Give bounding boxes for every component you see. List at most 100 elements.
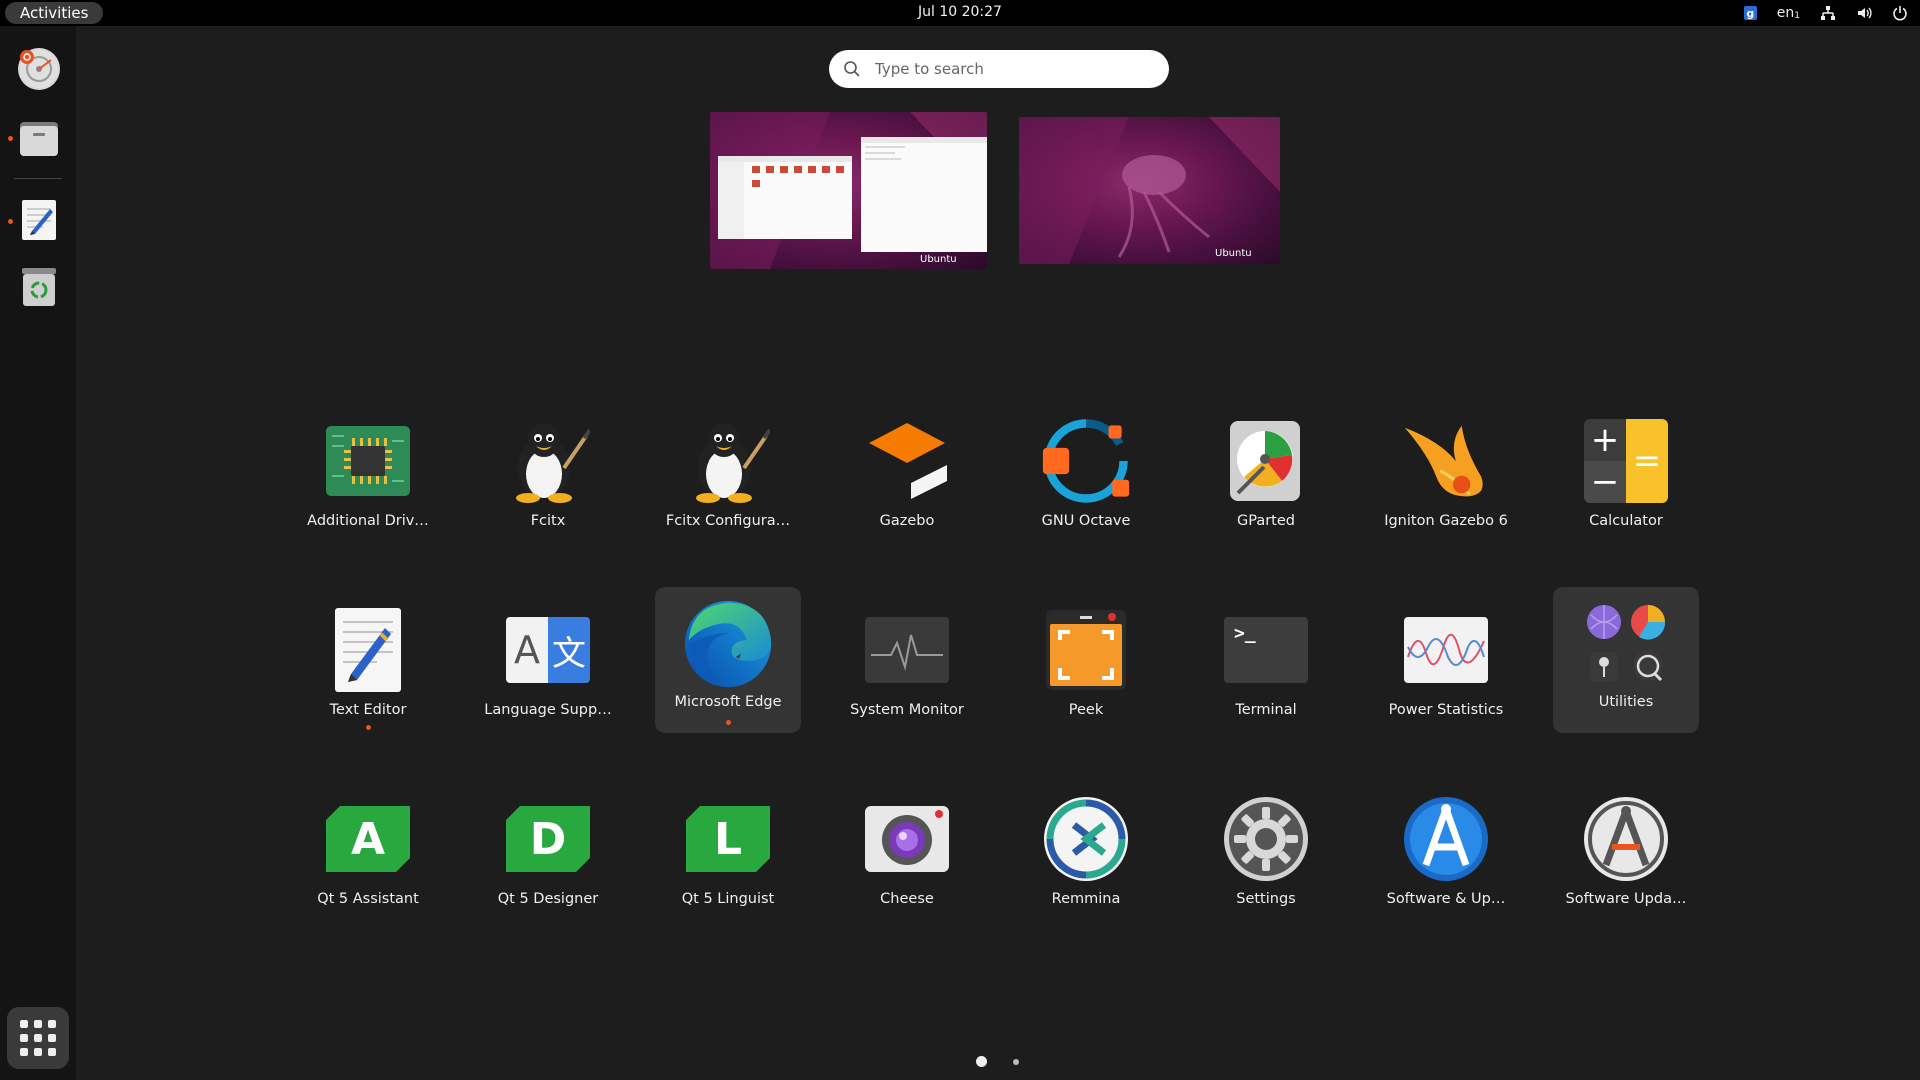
app-qt5-designer[interactable]: D Qt 5 Designer [475,781,621,927]
volume-indicator[interactable] [1856,3,1872,23]
power-icon [1893,6,1907,21]
penguin-icon [696,423,770,503]
app-fcitx[interactable]: Fcitx [475,403,621,549]
gparted-icon [1230,421,1300,501]
files-window-preview [718,156,852,239]
app-peek[interactable]: Peek [1013,592,1159,738]
app-text-editor[interactable]: Text Editor [295,592,441,738]
app-utilities-folder[interactable]: Utilities [1553,587,1699,733]
app-label: GParted [1237,513,1295,529]
app-label: Power Statistics [1388,702,1504,718]
system-tray: g en 1 [1743,3,1908,23]
gazebo-icon [869,423,947,499]
app-gnu-octave[interactable]: GNU Octave [1013,403,1159,549]
qt-designer-icon: D [506,806,590,872]
app-qt5-linguist[interactable]: L Qt 5 Linguist [655,781,801,927]
installer-icon [20,50,58,88]
app-label: Fcitx Configura… [665,513,791,529]
dock-trash[interactable] [18,266,60,308]
app-cheese[interactable]: Cheese [834,781,980,927]
top-bar: Activities Jul 10 20:27 g en 1 [0,0,1920,26]
calc-plus: + [1584,419,1626,461]
app-microsoft-edge[interactable]: Microsoft Edge [655,587,801,733]
qt-glyph: L [713,813,743,865]
page-indicator-1[interactable] [976,1056,987,1067]
page-indicator-2[interactable] [1013,1059,1019,1065]
dock-separator [14,178,62,179]
search-input[interactable] [873,59,1137,79]
language-cjk: 文 [548,617,590,683]
app-label: Qt 5 Assistant [317,891,419,907]
app-ignition-gazebo[interactable]: Igniton Gazebo 6 [1373,403,1519,549]
indicator-g[interactable]: g [1743,3,1757,23]
app-system-monitor[interactable]: System Monitor [834,592,980,738]
app-remmina[interactable]: Remmina [1013,781,1159,927]
app-calculator[interactable]: + = − Calculator [1553,403,1699,549]
app-gazebo[interactable]: Gazebo [834,403,980,549]
app-label: GNU Octave [1041,513,1131,529]
app-label: Qt 5 Linguist [681,891,775,907]
edge-icon [684,600,772,688]
workspace-window-editor[interactable] [861,137,987,252]
app-gparted[interactable]: GParted [1193,403,1339,549]
show-applications-button[interactable] [7,1007,69,1069]
clock[interactable]: Jul 10 20:27 [918,4,1002,20]
app-fcitx-configuration[interactable]: Fcitx Configura… [655,403,801,549]
app-language-support[interactable]: A 文 Language Supp… [475,592,621,738]
g-badge-icon: g [1743,6,1757,20]
app-label: Language Supp… [484,702,612,718]
app-label: Igniton Gazebo 6 [1384,513,1508,529]
calc-minus: − [1584,461,1626,503]
qt-assistant-icon: A [326,806,410,872]
qt-linguist-icon: L [686,806,770,872]
network-indicator[interactable] [1820,3,1836,23]
dock-ubuntu-installer[interactable] [18,48,60,90]
text-editor-icon [22,200,56,240]
app-software-updater[interactable]: Software Upda… [1553,781,1699,927]
clock-area: Jul 10 20:27 [0,4,1920,20]
app-label: Gazebo [879,513,935,529]
workspace-window-files[interactable] [718,156,852,239]
calculator-icon: + = − [1584,419,1668,503]
app-software-and-updates[interactable]: Software & Up… [1373,781,1519,927]
qt-glyph: D [529,813,567,865]
app-settings[interactable]: Settings [1193,781,1339,927]
activities-button[interactable]: Activities [5,2,104,24]
grid-dot [20,1048,28,1056]
dock [0,26,76,1080]
search-icon [844,61,860,77]
keyboard-layout-label: en [1776,5,1795,21]
grid-dot [20,1034,28,1042]
grid-dot [20,1020,28,1028]
qt-glyph: A [350,813,386,865]
app-additional-drivers[interactable]: Additional Driv… [295,403,441,549]
penguin-icon [516,423,590,503]
app-terminal[interactable]: >_ Terminal [1193,592,1339,738]
system-monitor-icon [865,617,949,683]
folder-grid-icon [1587,605,1666,682]
language-icon: A 文 [506,617,590,683]
app-qt5-assistant[interactable]: A Qt 5 Assistant [295,781,441,927]
dock-text-editor[interactable] [18,199,60,241]
app-label: Terminal [1235,702,1297,718]
remmina-icon [1044,797,1128,881]
app-label: Software & Up… [1386,891,1506,907]
app-label: Software Upda… [1565,891,1687,907]
cheese-icon [865,806,949,872]
power-indicator[interactable] [1892,3,1908,23]
language-latin: A [506,617,548,683]
running-indicator [725,720,731,725]
workspace-thumbnail-2[interactable]: Ubuntu [1019,117,1280,264]
search-bar[interactable] [829,50,1169,88]
grid-dot [48,1020,56,1028]
app-power-statistics[interactable]: Power Statistics [1373,592,1519,738]
app-label: Fcitx [530,513,566,529]
dock-files[interactable] [18,118,60,160]
terminal-prompt: >_ [1234,623,1256,644]
dock-text-editor-running-dot [8,219,13,224]
app-label: Additional Driv… [307,513,429,529]
workspace-thumbnail-1[interactable]: Ubuntu [710,112,987,269]
keyboard-layout-indicator[interactable]: en 1 [1777,3,1800,23]
software-icon [1404,797,1488,881]
workspace-1-logo: Ubuntu [920,254,957,265]
